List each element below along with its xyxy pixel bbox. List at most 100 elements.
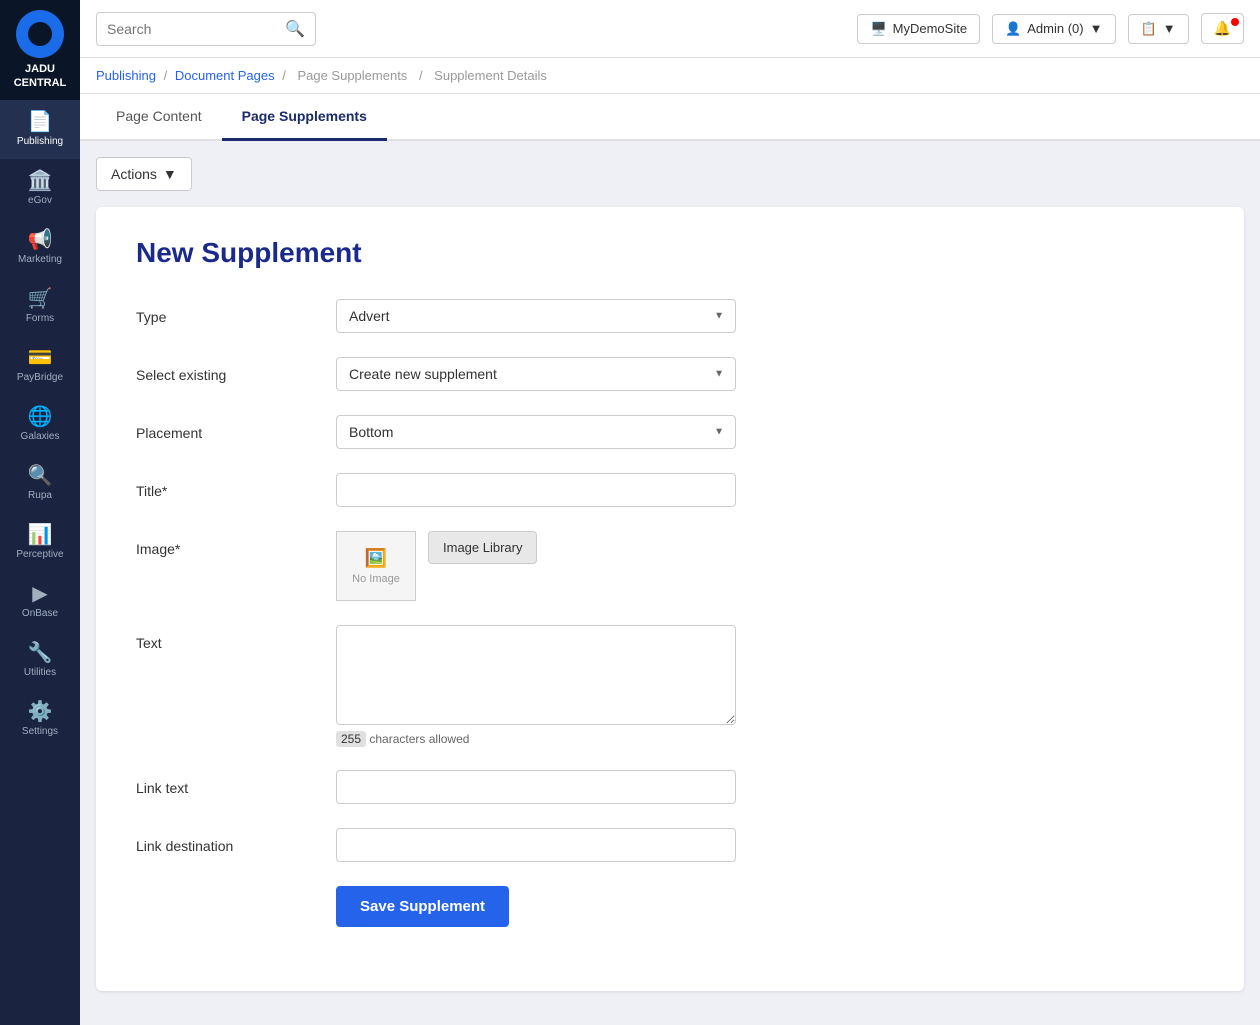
tabs-bar: Page Content Page Supplements xyxy=(80,94,1260,141)
sidebar: JADUCENTRAL 📄 Publishing 🏛️ eGov 📢 Marke… xyxy=(0,0,80,1025)
egov-icon: 🏛️ xyxy=(28,171,53,191)
save-supplement-button[interactable]: Save Supplement xyxy=(336,886,509,927)
char-count: 255 characters allowed xyxy=(336,732,736,746)
settings-icon: ⚙️ xyxy=(28,702,53,722)
sidebar-label-forms: Forms xyxy=(26,313,54,324)
breadcrumb-sep-1: / xyxy=(164,68,171,83)
site-button[interactable]: 🖥️ MyDemoSite xyxy=(857,14,980,44)
placement-select[interactable]: Bottom Top Left Right xyxy=(336,415,736,449)
form-title: New Supplement xyxy=(136,237,1204,269)
link-destination-input[interactable] xyxy=(336,828,736,862)
actions-dropdown-button[interactable]: Actions ▼ xyxy=(96,157,192,191)
sidebar-item-forms[interactable]: 🛒 Forms xyxy=(0,277,80,336)
title-input[interactable] xyxy=(336,473,736,507)
image-label: Image* xyxy=(136,531,336,557)
bell-icon: 🔔 xyxy=(1214,20,1231,36)
sidebar-label-settings: Settings xyxy=(22,726,58,737)
sidebar-label-utilities: Utilities xyxy=(24,667,56,678)
chevron-down-icon: ▼ xyxy=(1090,21,1103,36)
sidebar-item-settings[interactable]: ⚙️ Settings xyxy=(0,690,80,749)
sidebar-item-paybridge[interactable]: 💳 PayBridge xyxy=(0,336,80,395)
breadcrumb-document-pages[interactable]: Document Pages xyxy=(175,68,275,83)
title-label: Title* xyxy=(136,473,336,499)
sidebar-label-galaxies: Galaxies xyxy=(21,431,60,442)
sidebar-label-rupa: Rupa xyxy=(28,490,52,501)
tab-page-supplements[interactable]: Page Supplements xyxy=(222,94,387,141)
sidebar-label-perceptive: Perceptive xyxy=(16,549,63,560)
perceptive-icon: 📊 xyxy=(28,525,53,545)
select-existing-control: Create new supplement xyxy=(336,357,736,391)
text-label: Text xyxy=(136,625,336,651)
field-row-title: Title* xyxy=(136,473,1204,507)
field-row-image: Image* 🖼️ No Image Image Library xyxy=(136,531,1204,601)
breadcrumb: Publishing / Document Pages / Page Suppl… xyxy=(80,58,1260,94)
rupa-icon: 🔍 xyxy=(28,466,53,486)
breadcrumb-supplement-details: Supplement Details xyxy=(434,68,547,83)
sidebar-item-galaxies[interactable]: 🌐 Galaxies xyxy=(0,395,80,454)
clipboard-icon: 📋 xyxy=(1141,21,1157,37)
paybridge-icon: 💳 xyxy=(28,348,53,368)
placement-wrapper: Bottom Top Left Right xyxy=(336,415,736,449)
image-area: 🖼️ No Image Image Library xyxy=(336,531,736,601)
breadcrumb-publishing[interactable]: Publishing xyxy=(96,68,156,83)
actions-label: Actions xyxy=(111,166,157,182)
topbar: 🔍 🖥️ MyDemoSite 👤 Admin (0) ▼ 📋 ▼ 🔔 xyxy=(80,0,1260,58)
search-input[interactable] xyxy=(107,21,277,37)
actions-chevron-icon: ▼ xyxy=(163,166,177,182)
sidebar-label-paybridge: PayBridge xyxy=(17,372,63,383)
sidebar-item-rupa[interactable]: 🔍 Rupa xyxy=(0,454,80,513)
sidebar-label-publishing: Publishing xyxy=(17,136,63,147)
char-count-label: characters allowed xyxy=(369,732,469,746)
type-select[interactable]: Advert Banner Widget xyxy=(336,299,736,333)
app-name: JADUCENTRAL xyxy=(14,63,67,89)
marketing-icon: 📢 xyxy=(28,230,53,250)
site-icon: 🖥️ xyxy=(870,21,886,37)
sidebar-label-egov: eGov xyxy=(28,195,52,206)
content-area: Actions ▼ New Supplement Type Advert Ban… xyxy=(80,141,1260,1025)
sidebar-item-marketing[interactable]: 📢 Marketing xyxy=(0,218,80,277)
sidebar-item-onbase[interactable]: ▶ OnBase xyxy=(0,572,80,631)
logo-icon xyxy=(16,10,64,58)
admin-button[interactable]: 👤 Admin (0) ▼ xyxy=(992,14,1115,44)
placement-label: Placement xyxy=(136,415,336,441)
select-existing-select[interactable]: Create new supplement xyxy=(336,357,736,391)
title-control xyxy=(336,473,736,507)
admin-icon: 👤 xyxy=(1005,21,1021,37)
image-control: 🖼️ No Image Image Library xyxy=(336,531,736,601)
image-placeholder-icon: 🖼️ xyxy=(365,548,387,569)
galaxies-icon: 🌐 xyxy=(28,407,53,427)
site-label: MyDemoSite xyxy=(893,21,967,36)
utilities-icon: 🔧 xyxy=(28,643,53,663)
tab-page-content[interactable]: Page Content xyxy=(96,94,222,141)
search-box[interactable]: 🔍 xyxy=(96,12,316,46)
sidebar-item-utilities[interactable]: 🔧 Utilities xyxy=(0,631,80,690)
field-row-select-existing: Select existing Create new supplement xyxy=(136,357,1204,391)
notification-badge xyxy=(1231,18,1239,26)
sidebar-item-perceptive[interactable]: 📊 Perceptive xyxy=(0,513,80,572)
forms-icon: 🛒 xyxy=(28,289,53,309)
field-row-text: Text 255 characters allowed xyxy=(136,625,1204,746)
select-existing-wrapper: Create new supplement xyxy=(336,357,736,391)
type-control: Advert Banner Widget xyxy=(336,299,736,333)
link-text-input[interactable] xyxy=(336,770,736,804)
form-actions-row: Save Supplement xyxy=(136,886,1204,927)
text-control: 255 characters allowed xyxy=(336,625,736,746)
link-text-label: Link text xyxy=(136,770,336,796)
text-textarea[interactable] xyxy=(336,625,736,725)
sidebar-item-egov[interactable]: 🏛️ eGov xyxy=(0,159,80,218)
sidebar-item-publishing[interactable]: 📄 Publishing xyxy=(0,100,80,159)
notifications-button[interactable]: 🔔 xyxy=(1201,13,1244,44)
publishing-icon: 📄 xyxy=(28,112,53,132)
onbase-icon: ▶ xyxy=(32,584,47,604)
clipboard-button[interactable]: 📋 ▼ xyxy=(1128,14,1189,44)
image-library-button[interactable]: Image Library xyxy=(428,531,537,564)
clipboard-chevron-icon: ▼ xyxy=(1163,21,1176,36)
select-existing-label: Select existing xyxy=(136,357,336,383)
field-row-type: Type Advert Banner Widget xyxy=(136,299,1204,333)
search-icon: 🔍 xyxy=(285,19,305,39)
breadcrumb-sep-2: / xyxy=(282,68,289,83)
breadcrumb-page-supplements: Page Supplements xyxy=(297,68,407,83)
type-label: Type xyxy=(136,299,336,325)
logo-area: JADUCENTRAL xyxy=(0,0,80,100)
main-content: 🔍 🖥️ MyDemoSite 👤 Admin (0) ▼ 📋 ▼ 🔔 Publ… xyxy=(80,0,1260,1025)
